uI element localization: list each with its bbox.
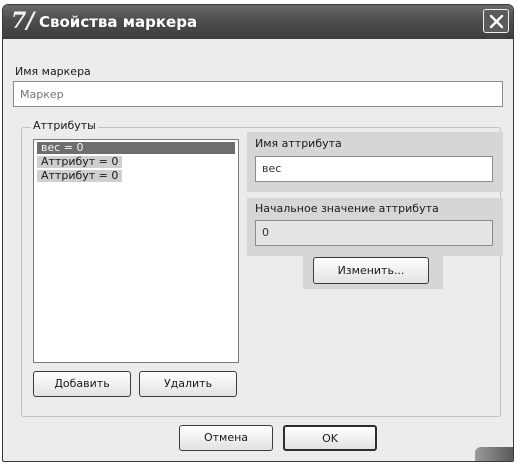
marker-name-label: Имя маркера — [15, 65, 91, 78]
attributes-group-label: Аттрибуты — [31, 119, 98, 133]
list-item[interactable]: вес = 0 — [37, 142, 235, 154]
attribute-name-label: Имя аттрибута — [255, 137, 342, 150]
app-logo-icon: 7/ — [11, 8, 35, 34]
close-button[interactable] — [483, 9, 509, 33]
marker-name-input[interactable] — [13, 81, 503, 107]
ok-button[interactable]: OK — [283, 425, 377, 451]
attribute-name-input[interactable]: вес — [255, 156, 493, 182]
title-bar[interactable]: 7/ Свойства маркера — [3, 5, 513, 39]
initial-value-label: Начальное значение аттрибута — [255, 202, 439, 215]
resize-grip[interactable] — [475, 447, 513, 461]
delete-attribute-button[interactable]: Удалить — [139, 371, 237, 397]
initial-value-input[interactable]: 0 — [255, 220, 493, 246]
marker-properties-dialog: 7/ Свойства маркера Имя маркера Аттрибут… — [2, 4, 514, 462]
attributes-list[interactable]: вес = 0 Аттрибут = 0 Аттрибут = 0 — [33, 139, 239, 363]
close-icon — [489, 14, 504, 29]
list-item[interactable]: Аттрибут = 0 — [37, 170, 123, 182]
change-button[interactable]: Изменить... — [313, 257, 429, 284]
cancel-button[interactable]: Отмена — [179, 425, 273, 451]
add-attribute-button[interactable]: Добавить — [33, 371, 131, 397]
list-item[interactable]: Аттрибут = 0 — [37, 156, 123, 168]
dialog-title: Свойства маркера — [39, 13, 198, 31]
